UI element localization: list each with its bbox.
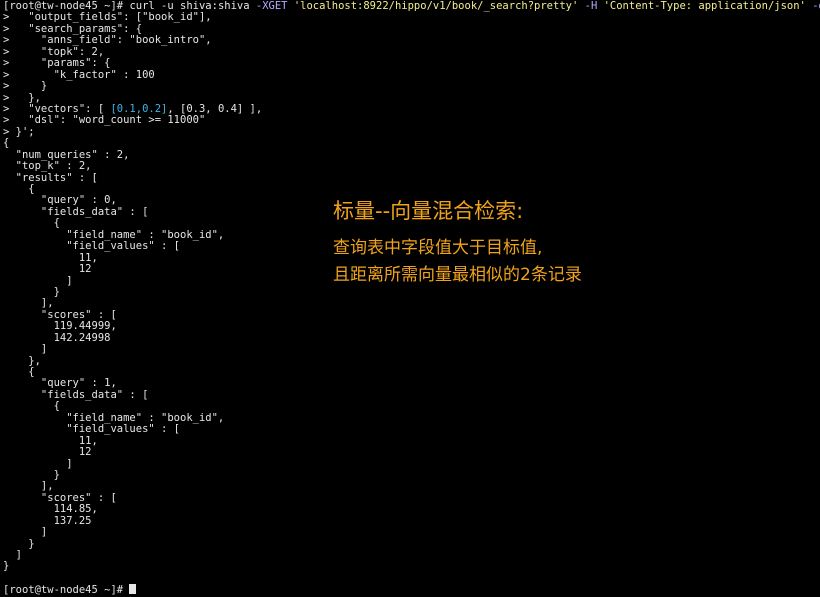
output-line: }: [3, 468, 60, 481]
output-line: > "anns_field": "book_intro",: [3, 34, 212, 47]
output-line: {: [3, 366, 35, 378]
output-line: ]: [3, 549, 22, 561]
command-flag-xget: -XGET: [255, 0, 294, 12]
output-line: "field_values" : [: [3, 423, 181, 436]
output-line: ]: [3, 457, 73, 470]
output-line: {: [3, 137, 10, 150]
output-line: ]: [3, 343, 48, 356]
output-line: ],: [3, 480, 54, 493]
output-line: 137.25: [3, 514, 92, 527]
output-line: 11,: [3, 434, 98, 447]
vectors-highlight: [0.1,0.2]: [110, 102, 168, 115]
output-line: }: [3, 560, 10, 573]
output-line: 12: [3, 446, 92, 459]
output-line: > }';: [3, 125, 35, 138]
annotation-line: 且距离所需向量最相似的2条记录: [333, 265, 582, 285]
output-line: {: [3, 183, 35, 195]
output-line: "scores" : [: [3, 491, 117, 504]
output-line: > "k_factor" : 100: [3, 68, 155, 81]
final-prompt-line[interactable]: [root@tw-node45 ~]#: [3, 584, 820, 597]
output-line: > "topk": 2,: [3, 45, 105, 58]
annotation-title: 标量--向量混合检索:: [333, 199, 524, 223]
annotation-overlay: 标量--向量混合检索: 查询表中字段值大于目标值, 且距离所需向量最相似的2条记…: [333, 197, 582, 289]
output-line: "results" : [: [3, 171, 98, 184]
output-line: ],: [3, 297, 54, 310]
shell-prompt: [root@tw-node45 ~]#: [3, 0, 130, 12]
command-header-value: 'Content-Type: application/json': [603, 0, 806, 12]
terminal-output[interactable]: [root@tw-node45 ~]# curl -u shiva:shiva …: [3, 0, 820, 597]
output-line: "num_queries" : 2,: [3, 148, 130, 161]
output-line: 142.24998: [3, 331, 111, 344]
output-line: }: [3, 537, 35, 550]
command-text: curl -u shiva:shiva: [129, 0, 256, 12]
output-line: 119.44999,: [3, 320, 117, 333]
output-line: },: [3, 354, 41, 367]
terminal-cursor: [129, 584, 137, 595]
annotation-line: 查询表中字段值大于目标值,: [333, 238, 543, 258]
output-line: > }: [3, 80, 48, 93]
command-url: 'localhost:8922/hippo/v1/book/_search?pr…: [293, 0, 579, 12]
output-line: "top_k" : 2,: [3, 160, 92, 173]
output-line: 114.85,: [3, 503, 98, 516]
output-line: > "params": {: [3, 57, 111, 70]
vectors-line-pre: > "vectors": [: [3, 102, 111, 115]
command-flag-header: -H: [584, 0, 604, 12]
output-line: "fields_data" : [: [3, 388, 149, 401]
command-flag-data: -d: [812, 0, 820, 12]
output-line: ]: [3, 526, 48, 539]
vectors-line-post: , [0.3, 0.4] ],: [167, 102, 263, 115]
output-line: "scores" : [: [3, 308, 117, 321]
output-line: > "dsl": "word_count >= 11000": [3, 114, 206, 127]
shell-prompt: [root@tw-node45 ~]#: [3, 584, 130, 597]
